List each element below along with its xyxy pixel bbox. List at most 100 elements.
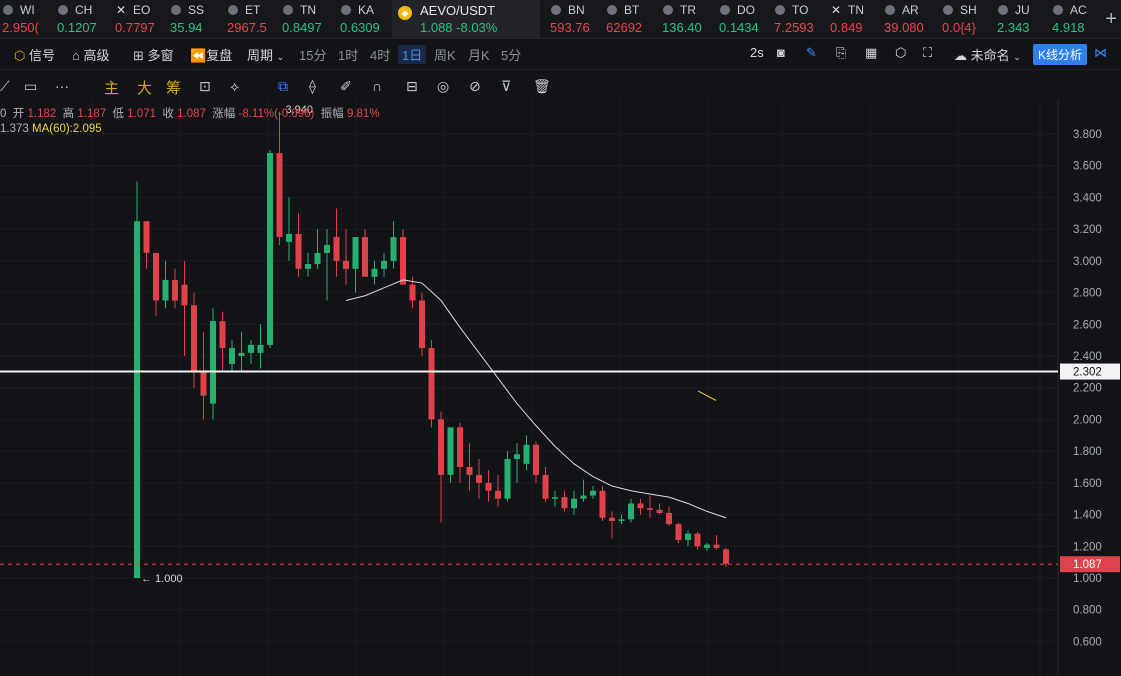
candle: [172, 268, 178, 309]
trash-icon[interactable]: 🗑: [533, 78, 551, 95]
ohlc-value: 1.071: [127, 108, 157, 120]
ma-label: MA(60):2.095: [31, 123, 102, 135]
coin-icon: [171, 5, 181, 15]
y-tick-label: 1.600: [1073, 478, 1102, 490]
ticker-tab[interactable]: WI 2.950(: [0, 0, 54, 38]
rectangle-tool-icon[interactable]: ▭: [24, 78, 37, 95]
replay-button[interactable]: ⏪复盘: [190, 45, 232, 64]
refresh-interval[interactable]: 2s: [750, 45, 764, 60]
indicator-icon[interactable]: ⊡: [199, 78, 211, 95]
copy-icon[interactable]: ⧉: [278, 78, 288, 95]
candle-body: [286, 233, 292, 242]
candle: [134, 181, 140, 578]
ticker-price: 136.40: [662, 20, 702, 35]
eye-icon[interactable]: ◎: [437, 78, 449, 95]
ticker-tab[interactable]: JU 2.343: [995, 0, 1049, 38]
candle-body: [229, 348, 235, 364]
candle-body: [428, 348, 435, 420]
chip-button[interactable]: 筹: [166, 77, 181, 98]
add-tab-icon[interactable]: +: [1105, 8, 1117, 31]
share-icon[interactable]: ⋈: [1094, 45, 1107, 61]
magnet-icon[interactable]: ∩: [372, 78, 382, 94]
ticker-tab[interactable]: SH 0.0{4}: [940, 0, 994, 38]
ticker-price: 0.1434: [719, 20, 759, 35]
layout-icon[interactable]: ▦: [865, 45, 877, 61]
multi-window-button[interactable]: ⊞ 多窗: [133, 45, 174, 64]
kline-analysis-button[interactable]: K线分析: [1033, 44, 1088, 65]
ticker-tab[interactable]: TO 7.2593: [772, 0, 826, 38]
price-chart[interactable]: 3.800 3.600 3.400 3.200 3.000 2.800 2.600 2.400…: [0, 100, 1121, 676]
main-indicator-button[interactable]: 主: [104, 77, 119, 98]
ticker-tab[interactable]: ET 2967.5: [225, 0, 279, 38]
pen-icon[interactable]: ✎: [806, 45, 817, 61]
candle: [495, 474, 501, 507]
ticker-tab[interactable]: ◆ AEVO/USDT 1.088 -8.03%: [392, 0, 540, 38]
ticker-tab[interactable]: SS 35.94: [168, 0, 222, 38]
period-4h[interactable]: 4时: [370, 45, 390, 64]
y-tick-label: 2.600: [1073, 319, 1102, 331]
period-month[interactable]: 月K: [468, 45, 490, 64]
candle: [466, 443, 473, 491]
candle-body: [419, 300, 425, 349]
signal-button[interactable]: ⬡ 信号: [14, 45, 55, 64]
big-order-button[interactable]: 大: [137, 77, 152, 98]
ticker-tab[interactable]: TN 0.8497: [280, 0, 334, 38]
candle-body: [390, 237, 397, 261]
ticker-tab[interactable]: BN 593.76: [548, 0, 602, 38]
period-15m[interactable]: 15分: [299, 45, 326, 64]
line-tool-icon[interactable]: ⟋: [0, 78, 10, 95]
brush-icon[interactable]: ✐: [340, 78, 352, 95]
ruler-icon[interactable]: ⟠: [309, 78, 316, 95]
candle: [561, 490, 568, 512]
period-5m[interactable]: 5分: [501, 45, 521, 64]
candle-body: [504, 459, 511, 499]
y-tick-label: 3.600: [1073, 161, 1102, 173]
ohlc-key: 高: [56, 108, 78, 120]
ticker-tab[interactable]: AC 4.918: [1050, 0, 1104, 38]
candle-body: [495, 490, 501, 499]
ticker-tab[interactable]: CH 0.1207: [55, 0, 109, 38]
coin-icon: [607, 5, 617, 15]
link-icon[interactable]: ⊘: [469, 78, 481, 95]
camera-icon[interactable]: ◙: [777, 45, 785, 60]
lock-icon[interactable]: ⊟: [406, 78, 418, 95]
note-icon[interactable]: ⎘: [836, 45, 846, 61]
ticker-tab[interactable]: ✕ TN 0.849: [828, 0, 882, 38]
low-marker: ← 1.000: [141, 573, 183, 585]
binance-icon: ◆: [398, 6, 412, 20]
layout-name: 未命名: [970, 48, 1010, 63]
period-1d[interactable]: 1日: [398, 45, 427, 64]
draw-icon[interactable]: ⟡: [230, 78, 239, 95]
ticker-tab[interactable]: AR 39.080: [882, 0, 936, 38]
ticker-tab[interactable]: ✕ EO 0.7797: [113, 0, 167, 38]
candle-body: [324, 245, 330, 253]
candle: [675, 522, 682, 544]
candle: [267, 149, 273, 349]
candle: [419, 292, 425, 356]
candle-body: [267, 153, 273, 345]
fullscreen-icon[interactable]: ⛶: [923, 45, 932, 61]
ticker-tab[interactable]: BT 62692: [604, 0, 658, 38]
candle: [666, 506, 672, 526]
ticker-tab[interactable]: TR 136.40: [660, 0, 714, 38]
y-tick-label: 3.400: [1073, 192, 1102, 204]
ticker-tab[interactable]: DO 0.1434: [717, 0, 771, 38]
drawing-mark: [697, 390, 717, 401]
period-1h[interactable]: 1时: [338, 45, 358, 64]
ticker-price: 2.950(: [2, 20, 39, 35]
y-tick-label: 2.200: [1073, 383, 1102, 395]
more-icon[interactable]: ···: [55, 78, 69, 94]
ticker-tab[interactable]: KA 0.6309: [338, 0, 392, 38]
settings-icon[interactable]: ⬡: [895, 45, 906, 61]
layout-name-dropdown[interactable]: ☁ 未命名 ⌄: [954, 45, 1021, 64]
period-dropdown[interactable]: 周期 ⌄: [247, 45, 284, 64]
candle-body: [381, 260, 387, 269]
advanced-button[interactable]: ⌂ 高级: [72, 45, 110, 64]
coin-icon: [341, 5, 351, 15]
candle-body: [476, 474, 482, 483]
filter-icon[interactable]: ⊽: [501, 78, 511, 95]
period-week[interactable]: 周K: [434, 45, 456, 64]
y-tick-label: 0.800: [1073, 605, 1102, 617]
candle-body: [409, 284, 416, 301]
candle: [238, 332, 245, 372]
